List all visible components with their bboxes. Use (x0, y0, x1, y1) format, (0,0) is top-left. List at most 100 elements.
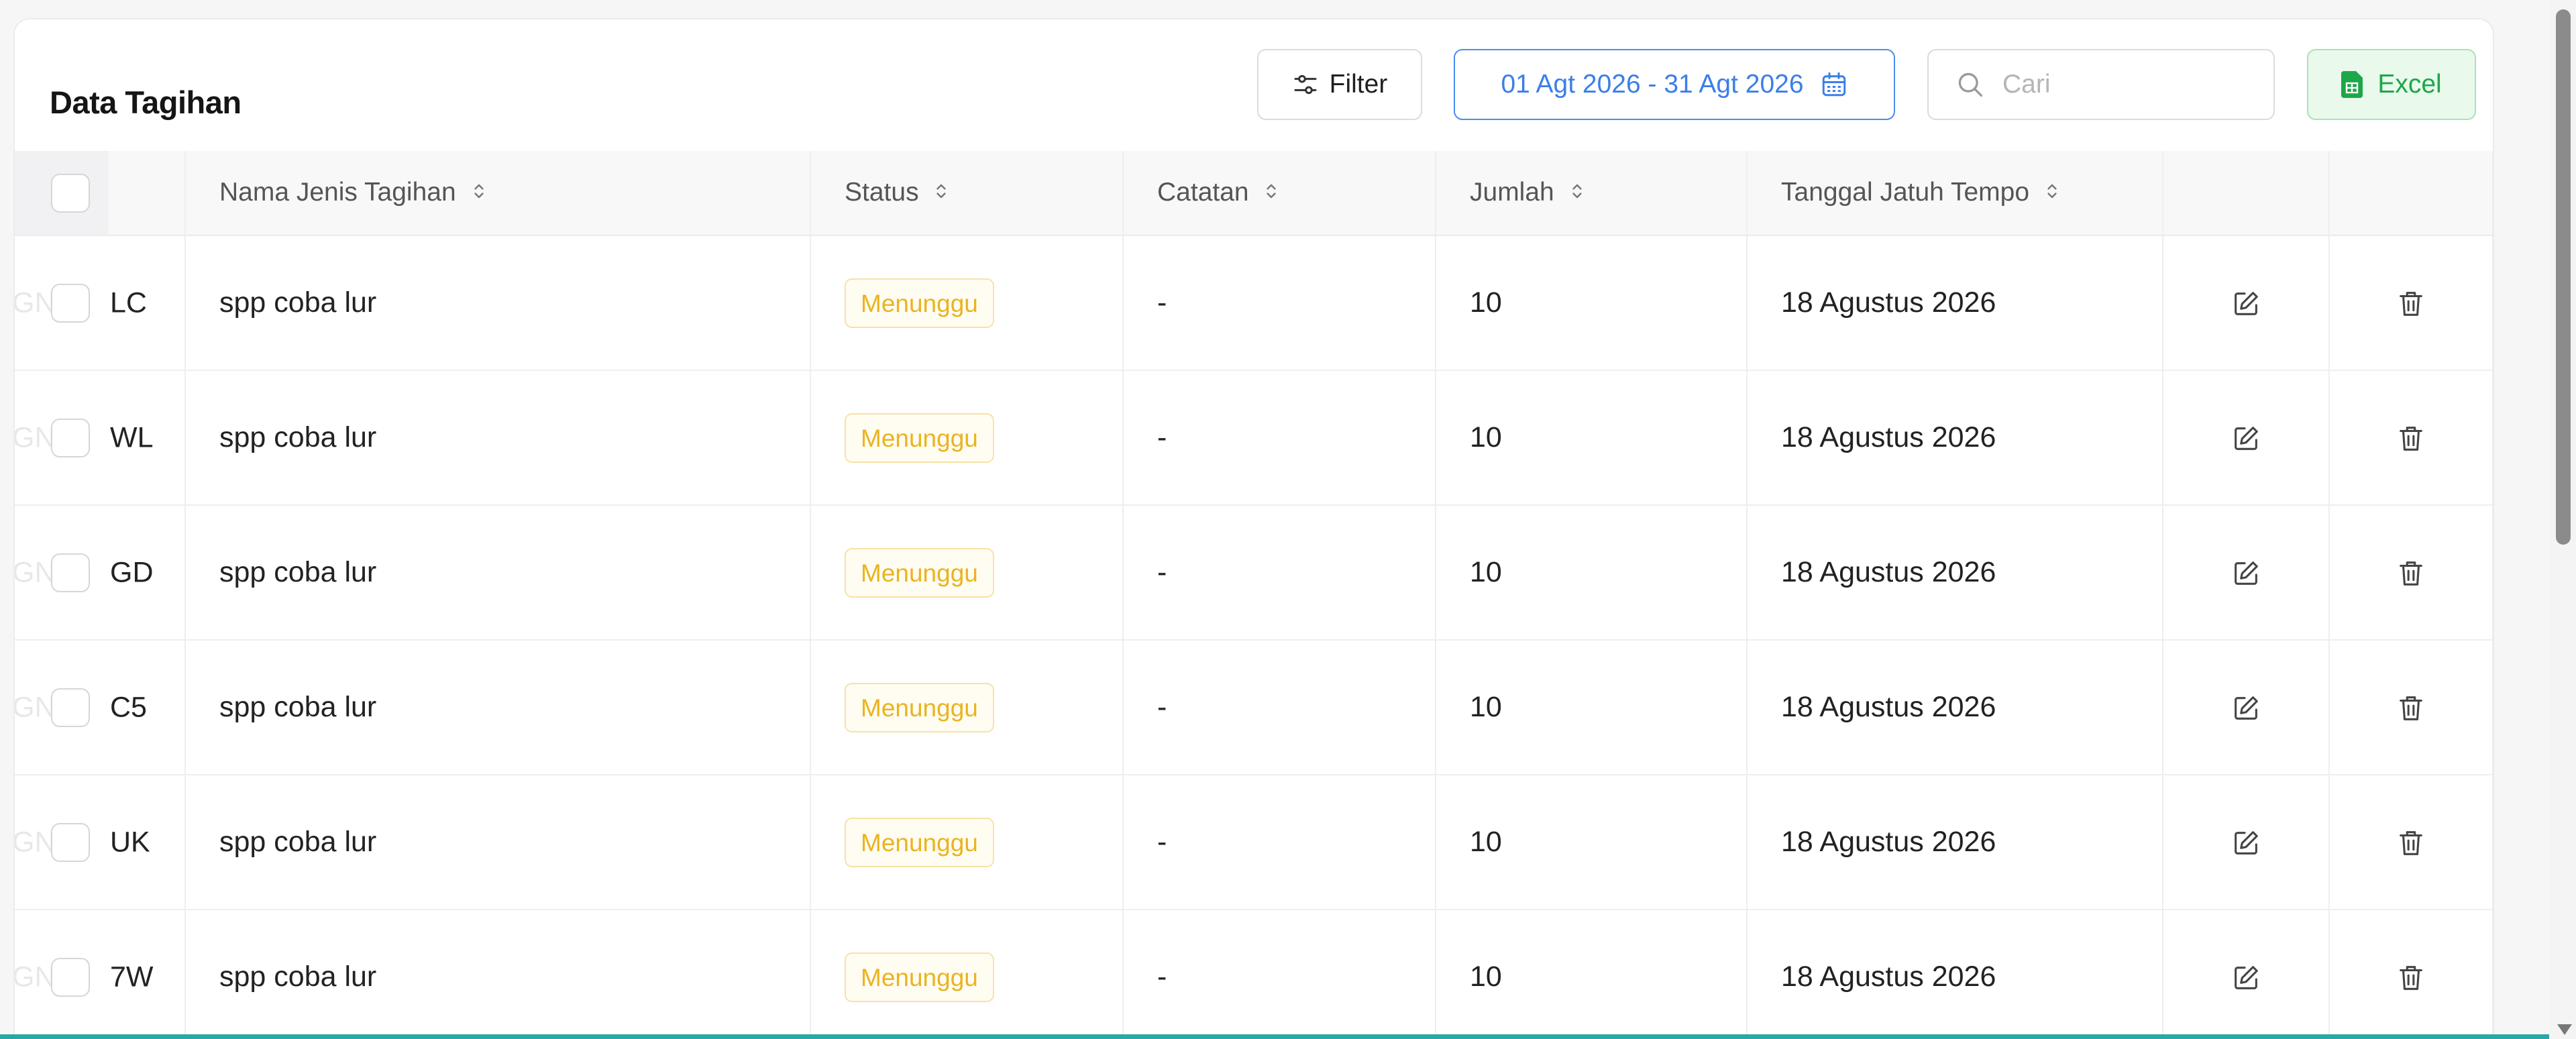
cell-status: Menunggu (810, 910, 1124, 1038)
filter-button[interactable]: Filter (1257, 49, 1422, 120)
cell-note: - (1123, 640, 1436, 775)
row-select-cell: GN WL (15, 370, 186, 505)
cell-amount: 10 (1436, 505, 1748, 640)
cell-status: Menunggu (810, 370, 1124, 505)
column-header-tanggal[interactable]: Tanggal Jatuh Tempo (1747, 151, 2163, 236)
sort-icon[interactable] (935, 178, 947, 208)
cell-name: spp coba lur (185, 910, 811, 1038)
cell-due-date: 18 Agustus 2026 (1747, 640, 2163, 775)
calendar-icon (1820, 70, 1848, 99)
table-body: GN LC spp coba lur Menunggu -10 18 Agustus 20… (13, 235, 2493, 1038)
column-header-nama[interactable]: Nama Jenis Tagihan (185, 151, 811, 236)
table-row: GN WL spp coba lur Menunggu -10 18 Agustus 20… (15, 370, 2493, 505)
cell-amount: 10 (1436, 235, 1748, 370)
edit-icon[interactable] (2231, 691, 2261, 723)
search-input[interactable] (2002, 70, 2257, 99)
row-checkbox[interactable] (51, 553, 90, 592)
table-row: GN 7W spp coba lur Menunggu -10 18 Agustus 20… (15, 910, 2493, 1038)
row-code: C5 (110, 691, 147, 723)
row-checkbox[interactable] (51, 688, 90, 727)
page-scrollbar[interactable] (2549, 0, 2576, 1039)
row-code: UK (110, 826, 150, 858)
row-code-hidden: GN (13, 286, 56, 319)
cell-amount: 10 (1436, 640, 1748, 775)
billing-table: Nama Jenis Tagihan Status Catatan Jumlah… (13, 151, 2493, 1038)
cell-amount: 10 (1436, 910, 1748, 1038)
row-code-hidden: GN (13, 556, 56, 588)
column-header-jumlah[interactable]: Jumlah (1436, 151, 1748, 236)
status-badge: Menunggu (845, 952, 994, 1002)
scrollbar-thumb[interactable] (2556, 9, 2571, 545)
cell-delete (2329, 505, 2493, 640)
cell-delete (2329, 370, 2493, 505)
scroll-down-arrow-icon[interactable] (2557, 1024, 2572, 1035)
date-range-label: 01 Agt 2026 - 31 Agt 2026 (1501, 70, 1804, 99)
cell-edit (2163, 235, 2330, 370)
header-select-cell (15, 151, 186, 236)
sort-icon[interactable] (473, 178, 485, 208)
edit-icon[interactable] (2231, 961, 2261, 993)
trash-icon[interactable] (2396, 961, 2426, 993)
row-checkbox[interactable] (51, 283, 90, 323)
cell-due-date: 18 Agustus 2026 (1747, 505, 2163, 640)
cell-edit (2163, 640, 2330, 775)
column-header-catatan[interactable]: Catatan (1123, 151, 1436, 236)
excel-button-label: Excel (2377, 70, 2442, 99)
table-row: GN GD spp coba lur Menunggu -10 18 Agustus 20… (15, 505, 2493, 640)
column-header-status[interactable]: Status (810, 151, 1124, 236)
trash-icon[interactable] (2396, 421, 2426, 453)
cell-note: - (1123, 505, 1436, 640)
table-row: GN C5 spp coba lur Menunggu -10 18 Agustus 20… (15, 640, 2493, 775)
table-row: GN LC spp coba lur Menunggu -10 18 Agustus 20… (15, 235, 2493, 370)
row-checkbox[interactable] (51, 957, 90, 997)
trash-icon[interactable] (2396, 556, 2426, 588)
row-checkbox[interactable] (51, 418, 90, 457)
status-badge: Menunggu (845, 278, 994, 328)
row-code: 7W (110, 961, 154, 993)
bottom-accent-bar (0, 1034, 2549, 1039)
sort-icon[interactable] (2046, 178, 2058, 208)
cell-name: spp coba lur (185, 640, 811, 775)
edit-icon[interactable] (2231, 826, 2261, 858)
cell-amount: 10 (1436, 775, 1748, 910)
row-select-cell: GN C5 (15, 640, 186, 775)
cell-edit (2163, 775, 2330, 910)
row-select-cell: GN GD (13, 505, 186, 640)
cell-edit (2163, 910, 2330, 1038)
trash-icon[interactable] (2396, 691, 2426, 723)
status-badge: Menunggu (845, 682, 994, 732)
table-header-row: Nama Jenis Tagihan Status Catatan Jumlah… (15, 151, 2493, 236)
cell-delete (2329, 640, 2493, 775)
trash-icon[interactable] (2396, 826, 2426, 858)
row-code: LC (110, 286, 147, 319)
cell-note: - (1123, 910, 1436, 1038)
cell-name: spp coba lur (185, 505, 811, 640)
search-box[interactable] (1927, 49, 2275, 120)
trash-icon[interactable] (2396, 286, 2426, 319)
filter-button-label: Filter (1329, 70, 1388, 99)
cell-edit (2163, 505, 2330, 640)
row-code-hidden: GN (13, 826, 56, 858)
row-select-cell: GN UK (13, 775, 186, 910)
row-code: GD (110, 556, 154, 588)
export-excel-button[interactable]: Excel (2307, 49, 2476, 120)
select-all-checkbox[interactable] (51, 173, 90, 213)
date-range-picker[interactable]: 01 Agt 2026 - 31 Agt 2026 (1454, 49, 1895, 120)
spreadsheet-icon (2341, 71, 2363, 98)
edit-icon[interactable] (2231, 421, 2261, 453)
cell-delete (2329, 775, 2493, 910)
cell-note: - (1123, 775, 1436, 910)
sort-icon[interactable] (1265, 178, 1277, 208)
edit-icon[interactable] (2231, 556, 2261, 588)
cell-status: Menunggu (810, 505, 1124, 640)
data-tagihan-card: Data Tagihan Filter 01 Agt 2026 - 31 Agt… (13, 18, 2494, 1039)
row-code: WL (110, 421, 154, 453)
row-checkbox[interactable] (51, 822, 90, 862)
sliders-icon (1292, 71, 1319, 98)
cell-note: - (1123, 370, 1436, 505)
sort-icon[interactable] (1571, 178, 1583, 208)
page-title: Data Tagihan (50, 85, 241, 120)
column-header-edit (2163, 151, 2330, 236)
edit-icon[interactable] (2231, 286, 2261, 319)
cell-due-date: 18 Agustus 2026 (1747, 235, 2163, 370)
